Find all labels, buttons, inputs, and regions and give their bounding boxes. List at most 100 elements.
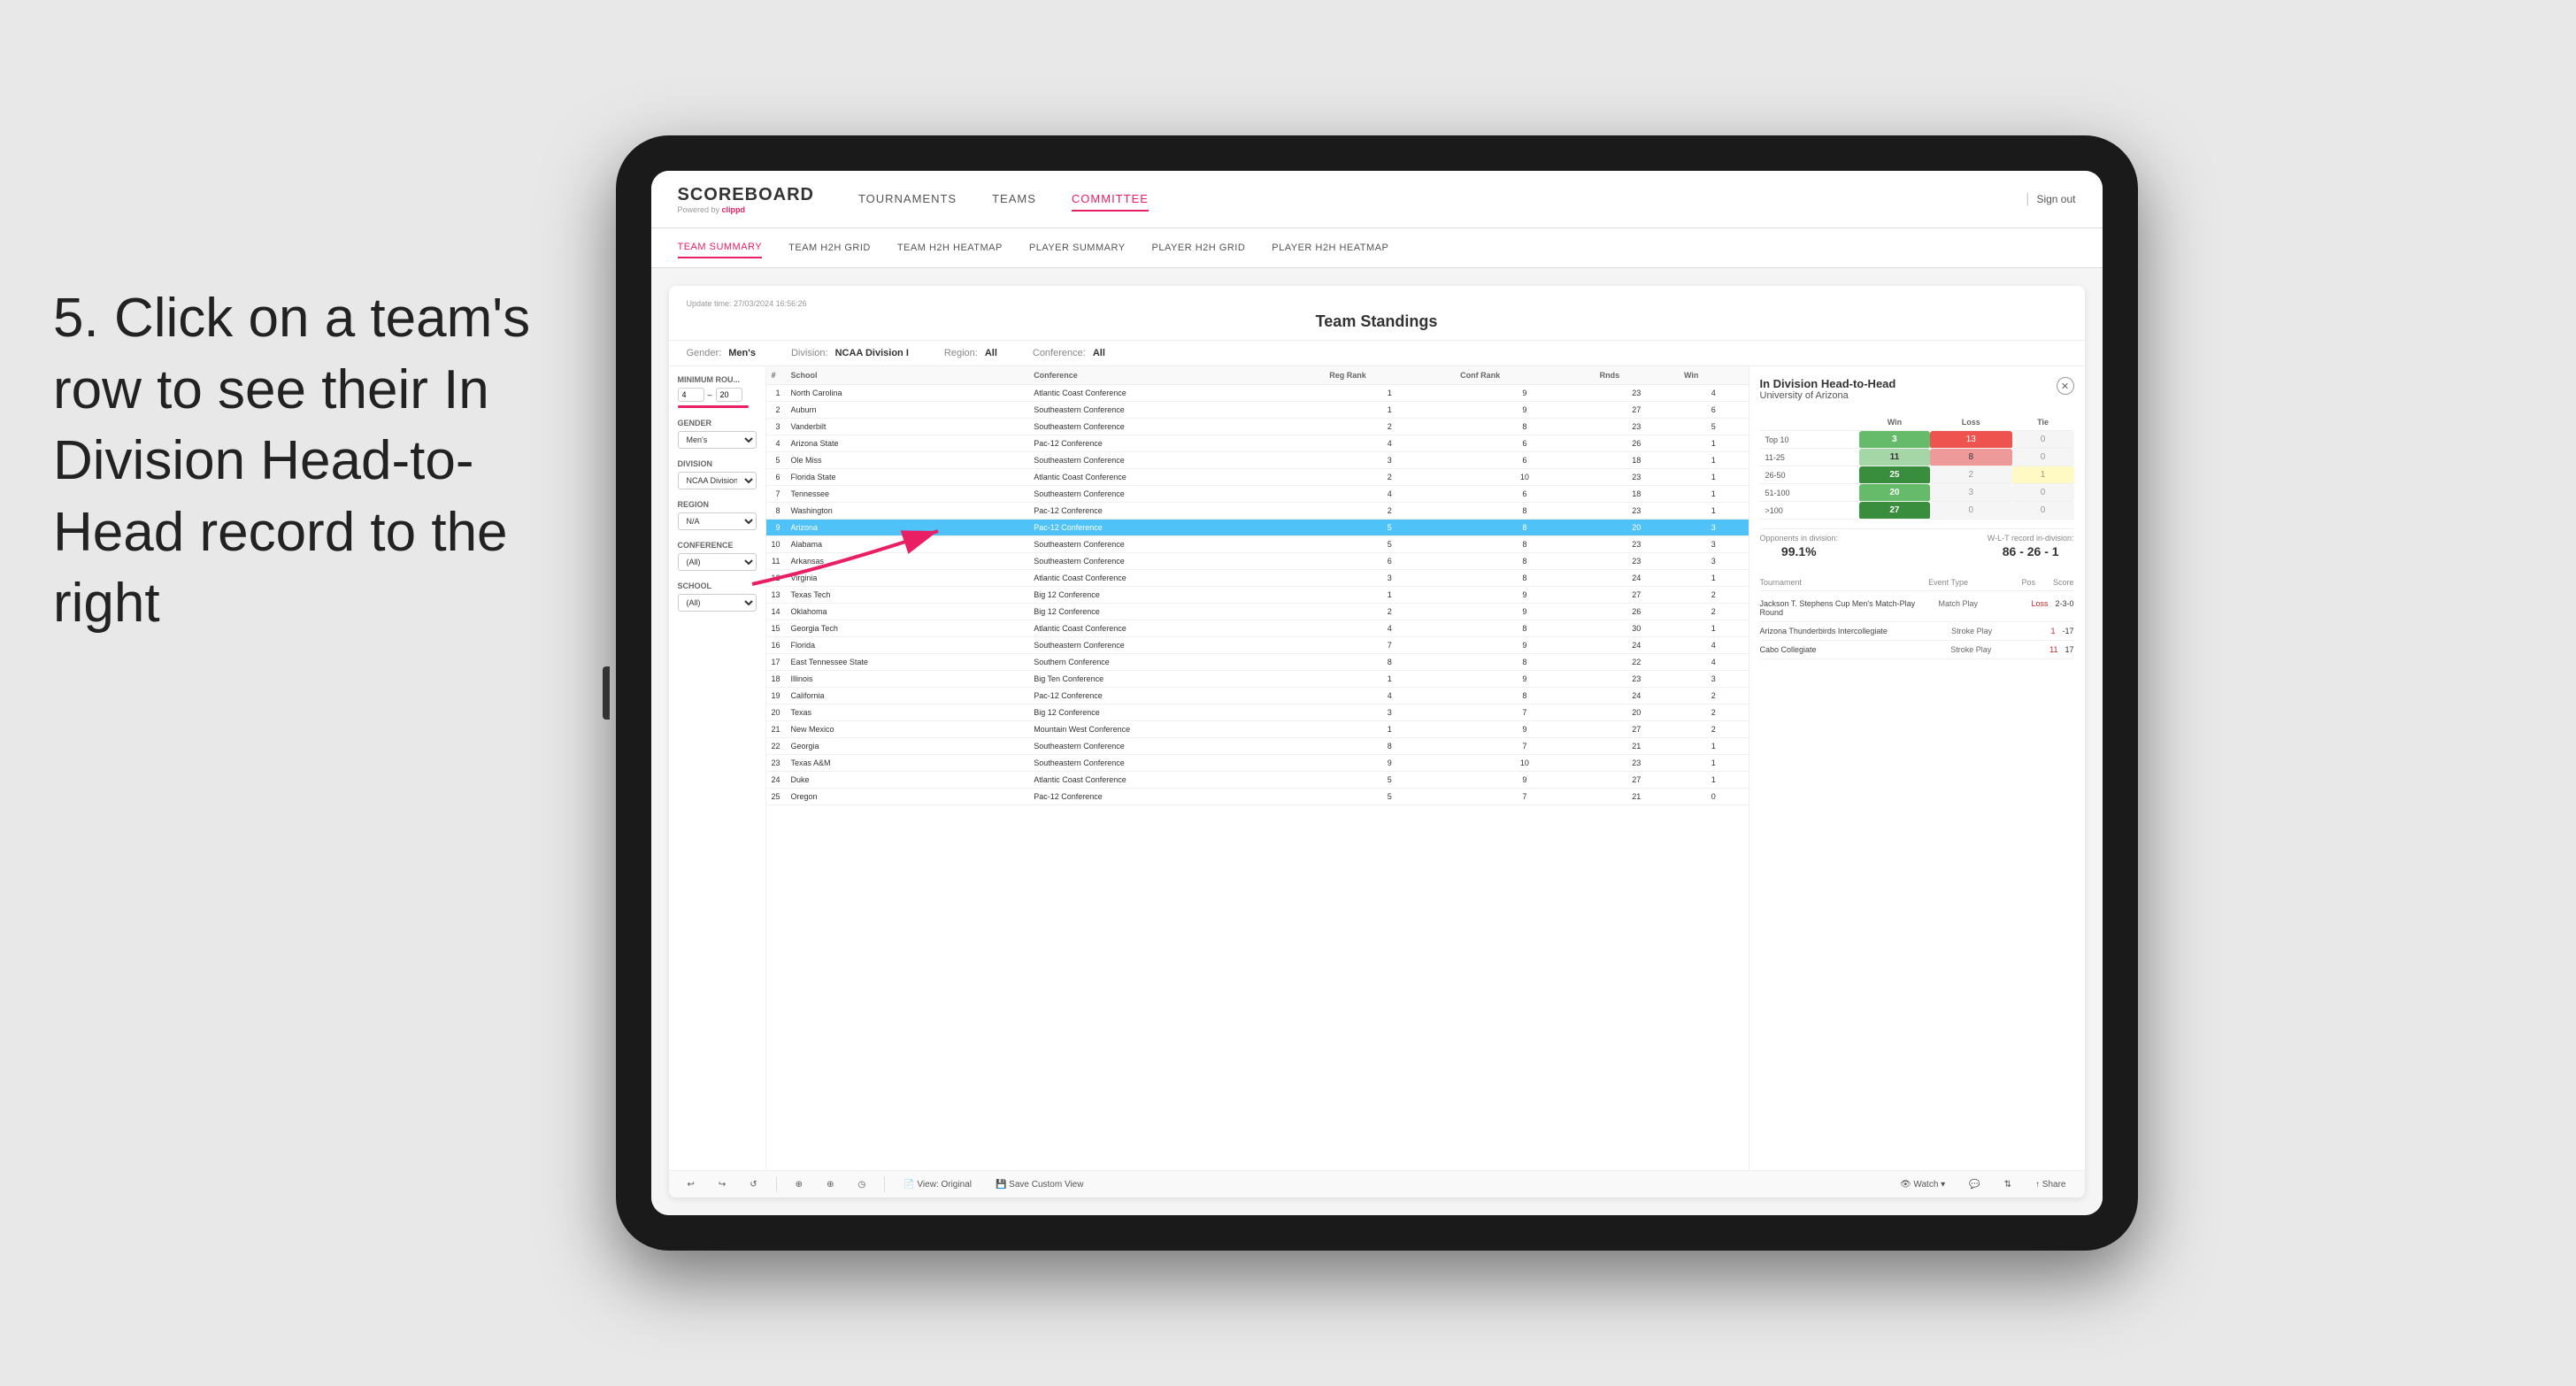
sub-nav-player-h2h-heatmap[interactable]: PLAYER H2H HEATMAP [1272, 238, 1388, 258]
table-row[interactable]: 3 Vanderbilt Southeastern Conference 2 8… [766, 419, 1749, 435]
cell-conference: Southeastern Conference [1028, 402, 1324, 419]
cell-rank: 19 [766, 688, 786, 705]
watch-button[interactable]: 👁 Watch ▾ [1895, 1177, 1950, 1192]
cell-win: 1 [1679, 772, 1749, 789]
h2h-loss: 0 [1930, 502, 2012, 520]
cell-win: 0 [1679, 789, 1749, 805]
cell-win: 3 [1679, 671, 1749, 688]
cell-rds: 26 [1595, 435, 1679, 452]
sub-nav-team-h2h-heatmap[interactable]: TEAM H2H HEATMAP [897, 238, 1003, 258]
cell-school: Arkansas [786, 553, 1029, 570]
nav-committee[interactable]: COMMITTEE [1072, 188, 1149, 212]
table-row[interactable]: 22 Georgia Southeastern Conference 8 7 2… [766, 738, 1749, 755]
table-row[interactable]: 10 Alabama Southeastern Conference 5 8 2… [766, 536, 1749, 553]
h2h-row: 11-25 11 8 0 [1760, 449, 2074, 466]
cell-win: 1 [1679, 570, 1749, 587]
cell-conf-rank: 10 [1455, 469, 1594, 486]
table-row[interactable]: 1 North Carolina Atlantic Coast Conferen… [766, 385, 1749, 402]
col-reg-rank: Reg Rank [1324, 366, 1455, 385]
cell-reg-rank: 1 [1324, 721, 1455, 738]
tournament-name: Arizona Thunderbirds Intercollegiate [1760, 627, 1945, 635]
min-rounds-min[interactable] [678, 388, 704, 402]
view-original-button[interactable]: 📄 View: Original [898, 1177, 977, 1192]
save-custom-view-button[interactable]: 💾 Save Custom View [990, 1177, 1089, 1192]
close-button[interactable]: ✕ [2057, 377, 2074, 395]
tournament-result: Loss [2031, 599, 2048, 617]
slider-bar[interactable] [678, 405, 749, 408]
sub-nav-team-h2h-grid[interactable]: TEAM H2H GRID [788, 238, 871, 258]
zoom-out-button[interactable]: ⊕ [821, 1177, 839, 1192]
table-row[interactable]: 6 Florida State Atlantic Coast Conferenc… [766, 469, 1749, 486]
table-row[interactable]: 7 Tennessee Southeastern Conference 4 6 … [766, 486, 1749, 503]
table-row[interactable]: 16 Florida Southeastern Conference 7 9 2… [766, 637, 1749, 654]
cell-reg-rank: 8 [1324, 738, 1455, 755]
cell-win: 2 [1679, 705, 1749, 721]
nav-tournaments[interactable]: TOURNAMENTS [858, 188, 957, 212]
redo-step-button[interactable]: ↪ [713, 1177, 731, 1192]
table-row[interactable]: 11 Arkansas Southeastern Conference 6 8 … [766, 553, 1749, 570]
share-button[interactable]: ↑ Share [2030, 1177, 2071, 1192]
sub-nav-player-summary[interactable]: PLAYER SUMMARY [1029, 238, 1126, 258]
table-row[interactable]: 9 Arizona Pac-12 Conference 5 8 20 3 [766, 520, 1749, 536]
table-row[interactable]: 25 Oregon Pac-12 Conference 5 7 21 0 [766, 789, 1749, 805]
h2h-tie: 0 [2012, 449, 2074, 466]
redo-button[interactable]: ↺ [744, 1177, 762, 1192]
cell-win: 2 [1679, 721, 1749, 738]
table-row[interactable]: 23 Texas A&M Southeastern Conference 9 1… [766, 755, 1749, 772]
region-select[interactable]: N/A [678, 512, 757, 530]
cell-rds: 23 [1595, 419, 1679, 435]
col-school: School [786, 366, 1029, 385]
table-row[interactable]: 5 Ole Miss Southeastern Conference 3 6 1… [766, 452, 1749, 469]
zoom-in-button[interactable]: ⊕ [790, 1177, 808, 1192]
table-row[interactable]: 4 Arizona State Pac-12 Conference 4 6 26… [766, 435, 1749, 452]
h2h-loss: 13 [1930, 431, 2012, 449]
conference-label: Conference [678, 541, 757, 550]
undo-button[interactable]: ↩ [682, 1177, 700, 1192]
cell-rds: 23 [1595, 755, 1679, 772]
cell-rank: 20 [766, 705, 786, 721]
school-select[interactable]: (All) [678, 594, 757, 612]
tournament-score: 2-3-0 [2055, 599, 2073, 617]
cell-conference: Mountain West Conference [1028, 721, 1324, 738]
cell-conf-rank: 9 [1455, 587, 1594, 604]
gender-select[interactable]: Men's [678, 431, 757, 449]
cell-school: Washington [786, 503, 1029, 520]
table-row[interactable]: 15 Georgia Tech Atlantic Coast Conferenc… [766, 620, 1749, 637]
cell-conf-rank: 7 [1455, 705, 1594, 721]
nav-teams[interactable]: TEAMS [992, 188, 1036, 212]
sort-button[interactable]: ⇅ [1999, 1177, 2017, 1192]
h2h-range: 26-50 [1760, 466, 1860, 484]
table-row[interactable]: 14 Oklahoma Big 12 Conference 2 9 26 2 [766, 604, 1749, 620]
filter-range: – [678, 388, 757, 402]
table-row[interactable]: 19 California Pac-12 Conference 4 8 24 2 [766, 688, 1749, 705]
sub-nav-team-summary[interactable]: TEAM SUMMARY [678, 237, 763, 258]
cell-rank: 13 [766, 587, 786, 604]
table-row[interactable]: 21 New Mexico Mountain West Conference 1… [766, 721, 1749, 738]
cell-school: Georgia Tech [786, 620, 1029, 637]
cell-reg-rank: 1 [1324, 385, 1455, 402]
table-row[interactable]: 8 Washington Pac-12 Conference 2 8 23 1 [766, 503, 1749, 520]
cell-rank: 8 [766, 503, 786, 520]
cell-rds: 21 [1595, 738, 1679, 755]
history-button[interactable]: ◷ [852, 1177, 871, 1192]
school-label: School [678, 581, 757, 590]
table-row[interactable]: 12 Virginia Atlantic Coast Conference 3 … [766, 570, 1749, 587]
cell-conf-rank: 9 [1455, 772, 1594, 789]
sub-nav-player-h2h-grid[interactable]: PLAYER H2H GRID [1152, 238, 1246, 258]
cell-conf-rank: 9 [1455, 604, 1594, 620]
cell-win: 1 [1679, 452, 1749, 469]
table-row[interactable]: 17 East Tennessee State Southern Confere… [766, 654, 1749, 671]
cell-conf-rank: 9 [1455, 402, 1594, 419]
table-row[interactable]: 18 Illinois Big Ten Conference 1 9 23 3 [766, 671, 1749, 688]
comment-button[interactable]: 💬 [1964, 1177, 1985, 1192]
conference-select[interactable]: (All) [678, 553, 757, 571]
table-row[interactable]: 24 Duke Atlantic Coast Conference 5 9 27… [766, 772, 1749, 789]
table-area: # School Conference Reg Rank Conf Rank R… [766, 366, 1749, 1170]
division-select[interactable]: NCAA Division I [678, 472, 757, 489]
sign-out-link[interactable]: Sign out [2036, 193, 2075, 205]
table-row[interactable]: 2 Auburn Southeastern Conference 1 9 27 … [766, 402, 1749, 419]
table-row[interactable]: 13 Texas Tech Big 12 Conference 1 9 27 2 [766, 587, 1749, 604]
table-row[interactable]: 20 Texas Big 12 Conference 3 7 20 2 [766, 705, 1749, 721]
h2h-loss: 2 [1930, 466, 2012, 484]
min-rounds-max[interactable] [716, 388, 742, 402]
